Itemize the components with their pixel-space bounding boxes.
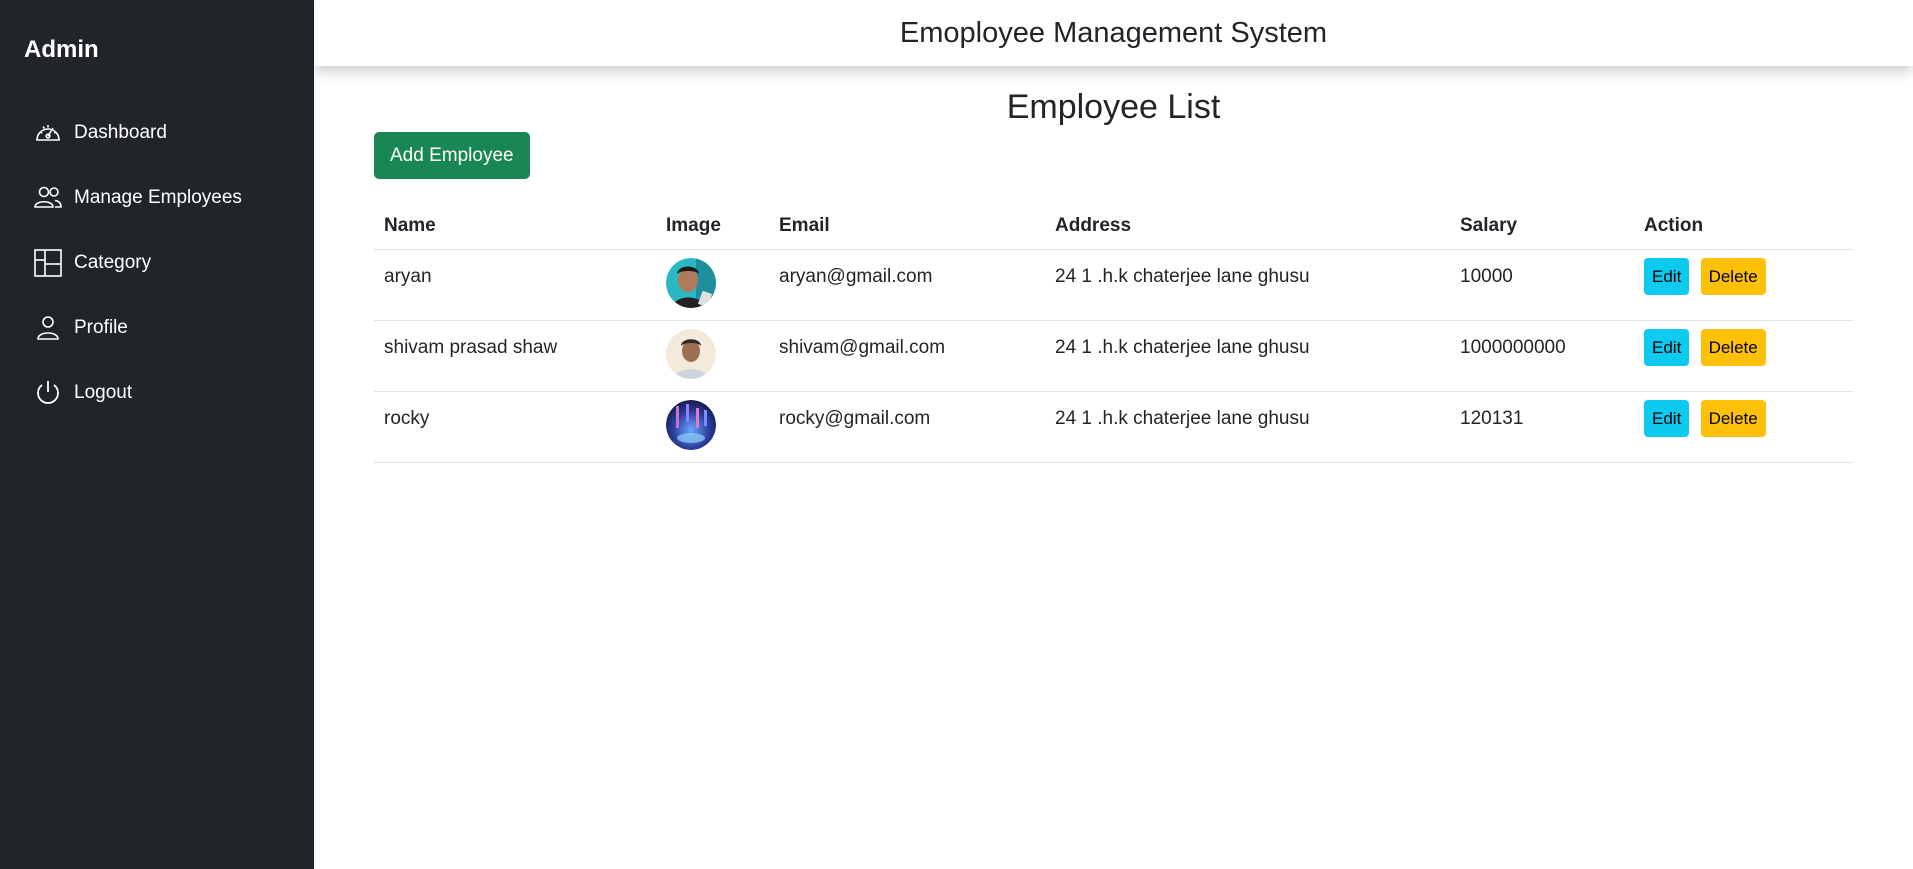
sidebar-item-profile[interactable]: Profile [0,295,314,360]
cell-actions: Edit Delete [1634,249,1853,321]
cell-image [656,249,769,321]
cell-name: rocky [374,391,656,463]
cell-salary: 10000 [1450,249,1634,321]
cell-email: rocky@gmail.com [769,391,1045,463]
delete-button[interactable]: Delete [1700,257,1766,295]
app-title: Emoployee Management System [899,16,1328,49]
table-header-row: Name Image Email Address Salary Action [374,204,1853,250]
sidebar-item-label: Profile [74,316,128,338]
cell-name: shivam prasad shaw [374,320,656,392]
cell-image [656,320,769,392]
top-header: Emoployee Management System [314,0,1913,66]
column-header-salary: Salary [1450,204,1634,250]
power-icon [33,378,63,408]
sidebar-item-manage-employees[interactable]: Manage Employees [0,165,314,230]
table-row: shivam prasad shaw shivam@gmail.com 24 1… [374,320,1853,392]
table-row: aryan aryan@gmail.com 24 1 .h.k chaterje… [374,249,1853,321]
sidebar-nav: Dashboard Manage Employees Category Prof… [0,100,314,425]
edit-button[interactable]: Edit [1644,399,1690,437]
sidebar-item-label: Manage Employees [74,186,242,208]
cell-actions: Edit Delete [1634,320,1853,392]
column-header-name: Name [374,204,656,250]
sidebar-brand: Admin [24,36,99,63]
employee-avatar [666,399,716,450]
table-row: rocky rocky@gmail.com 24 1 .h.k chaterje… [374,391,1853,463]
employee-avatar [666,257,716,308]
sidebar-item-dashboard[interactable]: Dashboard [0,100,314,165]
edit-button[interactable]: Edit [1644,257,1690,295]
sidebar-item-label: Logout [74,381,133,403]
sidebar: Admin Dashboard Manage Employees Categor… [0,0,314,869]
sidebar-item-label: Category [74,251,152,273]
cell-salary: 1000000000 [1450,320,1634,392]
delete-button[interactable]: Delete [1700,399,1766,437]
add-employee-button[interactable]: Add Employee [374,132,530,179]
columns-icon [33,248,63,278]
sidebar-item-label: Dashboard [74,121,167,143]
sidebar-item-category[interactable]: Category [0,230,314,295]
sidebar-item-logout[interactable]: Logout [0,360,314,425]
content: Employee List Add Employee Name Image Em… [314,86,1913,463]
employee-avatar [666,328,716,379]
speedometer-icon [33,118,63,148]
cell-salary: 120131 [1450,391,1634,463]
employee-table: Name Image Email Address Salary Action a… [374,204,1853,463]
main-area: Emoployee Management System Employee Lis… [314,0,1913,869]
cell-address: 24 1 .h.k chaterjee lane ghusu [1045,391,1450,463]
column-header-email: Email [769,204,1045,250]
person-icon [33,313,63,343]
column-header-action: Action [1634,204,1853,250]
cell-email: aryan@gmail.com [769,249,1045,321]
cell-address: 24 1 .h.k chaterjee lane ghusu [1045,320,1450,392]
cell-image [656,391,769,463]
cell-actions: Edit Delete [1634,391,1853,463]
column-header-address: Address [1045,204,1450,250]
cell-email: shivam@gmail.com [769,320,1045,392]
people-icon [33,183,63,213]
cell-address: 24 1 .h.k chaterjee lane ghusu [1045,249,1450,321]
page-title: Employee List [1006,88,1221,126]
cell-name: aryan [374,249,656,321]
column-header-image: Image [656,204,769,250]
edit-button[interactable]: Edit [1644,328,1690,366]
delete-button[interactable]: Delete [1700,328,1766,366]
